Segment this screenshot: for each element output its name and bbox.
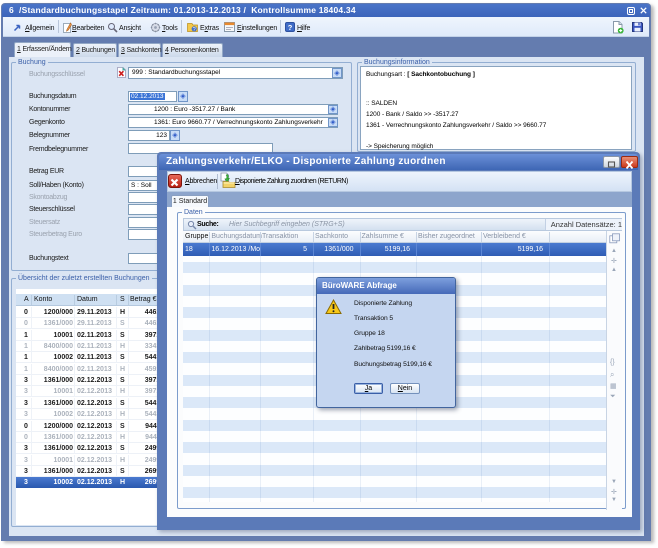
svg-text:?: ? [288,23,293,32]
svg-text:?: ? [193,27,196,33]
